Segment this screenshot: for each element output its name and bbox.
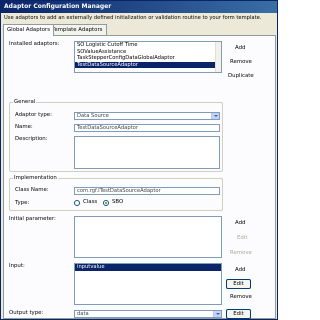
implementation-group-title: Implementation: [13, 175, 58, 182]
vertical-scrollbar[interactable]: [215, 42, 221, 72]
output-type-select[interactable]: data: [74, 310, 222, 318]
global-adaptors-panel: Installed adaptors: SO Logistic Cutoff T…: [3, 35, 276, 319]
duplicate-adaptor-button[interactable]: Duplicate: [228, 73, 254, 80]
list-item-selected[interactable]: inputvalue: [75, 264, 221, 271]
list-item[interactable]: SO Logistic Cutoff Time: [75, 42, 221, 49]
class-name-field[interactable]: com.rgf.ITestDataSourceAdaptor: [74, 187, 220, 195]
remove-input-button[interactable]: Remove: [230, 294, 252, 301]
installed-adaptors-list[interactable]: SO Logistic Cutoff Time SOValueAssistanc…: [74, 41, 222, 73]
remove-adaptor-button[interactable]: Remove: [230, 59, 252, 66]
output-type-value: data: [77, 311, 89, 317]
class-name-label: Class Name:: [15, 187, 49, 193]
add-input-button[interactable]: Add: [235, 267, 245, 274]
general-group-title: General: [13, 99, 37, 106]
adaptor-type-select[interactable]: Data Source: [74, 112, 220, 120]
add-parameter-button[interactable]: Add: [235, 220, 245, 227]
input-list[interactable]: inputvalue: [74, 263, 222, 305]
description-field[interactable]: [74, 136, 220, 169]
list-item[interactable]: TaskStepperConfigDataGlobalAdaptor: [75, 55, 221, 62]
add-adaptor-button[interactable]: Add: [235, 45, 245, 52]
type-sbo-label: SBO: [112, 199, 124, 205]
initial-parameter-list[interactable]: [74, 216, 222, 258]
chevron-down-icon[interactable]: [213, 311, 221, 317]
list-item[interactable]: SOValueAssistance: [75, 49, 221, 56]
name-field[interactable]: TestDataSourceAdaptor: [74, 124, 220, 132]
general-group: General Adaptor type: Data Source Name: …: [9, 99, 223, 172]
chevron-down-icon[interactable]: [211, 113, 219, 119]
initial-parameter-label: Initial parameter:: [9, 216, 56, 222]
adaptor-configuration-window: Adaptor Configuration Manager Use adapto…: [0, 0, 278, 320]
input-label: Input:: [9, 263, 25, 269]
type-sbo-radio[interactable]: [103, 200, 109, 206]
name-label: Name:: [15, 124, 33, 130]
edit-output-button[interactable]: Edit: [226, 309, 251, 319]
list-item-selected[interactable]: TestDataSourceAdaptor: [75, 61, 221, 69]
output-type-label: Output type:: [9, 310, 44, 316]
edit-parameter-button[interactable]: Edit: [237, 235, 247, 242]
window-title: Adaptor Configuration Manager: [1, 1, 277, 13]
type-label: Type:: [15, 200, 30, 206]
edit-input-button[interactable]: Edit: [226, 279, 251, 289]
adaptor-type-label: Adaptor type:: [15, 112, 52, 118]
type-class-label: Class: [83, 199, 98, 205]
description-label: Description:: [15, 136, 48, 142]
installed-adaptors-label: Installed adaptors:: [9, 41, 60, 47]
tab-template-adaptors[interactable]: Template Adaptors: [48, 24, 107, 35]
implementation-group: Implementation Class Name: com.rgf.ITest…: [9, 175, 223, 211]
type-class-radio[interactable]: [74, 200, 80, 206]
adaptor-type-value: Data Source: [77, 113, 109, 119]
tab-global-adaptors[interactable]: Global Adaptors: [3, 24, 55, 36]
remove-parameter-button[interactable]: Remove: [230, 250, 252, 257]
window-description: Use adaptors to add an externally define…: [4, 15, 262, 21]
